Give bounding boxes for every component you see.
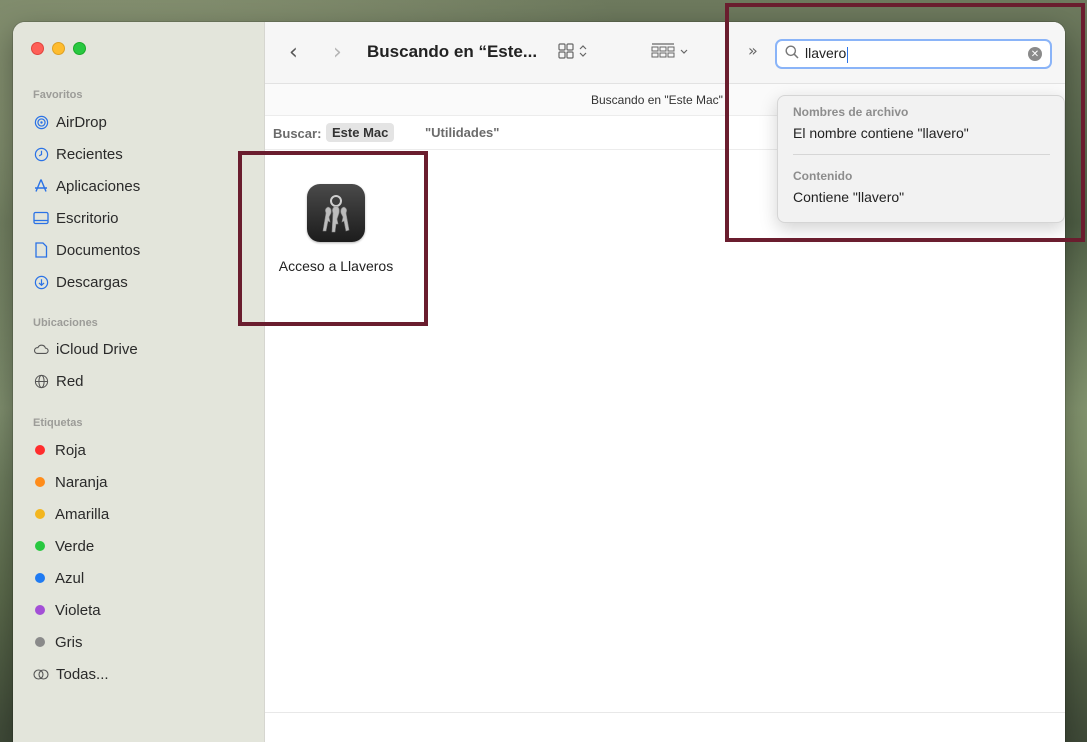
status-strip bbox=[265, 712, 1065, 742]
tag-color-dot bbox=[35, 637, 45, 647]
sidebar-item-label: Documentos bbox=[56, 241, 141, 259]
scope-utilities-button[interactable]: "Utilidades" bbox=[425, 125, 499, 140]
sidebar-item-airdrop[interactable]: AirDrop bbox=[33, 110, 253, 134]
sidebar-item-label: Descargas bbox=[56, 273, 128, 291]
sidebar-tag-yellow[interactable]: Amarilla bbox=[33, 502, 253, 526]
sidebar-item-label: Naranja bbox=[55, 473, 108, 491]
highlight-box-search bbox=[725, 3, 1085, 242]
sidebar-item-label: Verde bbox=[55, 537, 95, 555]
sidebar-item-label: Gris bbox=[55, 633, 83, 651]
cloud-icon bbox=[33, 341, 49, 357]
airdrop-icon bbox=[33, 114, 49, 130]
sidebar-item-label: AirDrop bbox=[56, 113, 107, 131]
tag-color-dot bbox=[35, 445, 45, 455]
forward-button[interactable]: › bbox=[333, 40, 342, 65]
tag-color-dot bbox=[35, 605, 45, 615]
sidebar-tag-red[interactable]: Roja bbox=[33, 438, 253, 462]
sidebar-item-label: Escritorio bbox=[56, 209, 119, 227]
favorites-section-title: Favoritos bbox=[33, 89, 83, 101]
document-icon bbox=[33, 242, 49, 258]
group-menu-button[interactable] bbox=[651, 42, 691, 64]
tags-section-title: Etiquetas bbox=[33, 417, 83, 429]
sidebar-item-downloads[interactable]: Descargas bbox=[33, 270, 253, 294]
downloads-icon bbox=[33, 274, 49, 290]
window-controls bbox=[31, 42, 86, 55]
sidebar-item-label: Aplicaciones bbox=[56, 177, 141, 195]
close-window-button[interactable] bbox=[31, 42, 44, 55]
network-icon bbox=[33, 373, 49, 389]
sidebar-tag-orange[interactable]: Naranja bbox=[33, 470, 253, 494]
applications-icon bbox=[33, 178, 49, 194]
sidebar-item-recents[interactable]: Recientes bbox=[33, 142, 253, 166]
search-location-label: Buscando en "Este Mac" bbox=[591, 93, 723, 107]
sidebar-item-label: Violeta bbox=[55, 601, 101, 619]
sidebar-item-label: iCloud Drive bbox=[56, 340, 138, 358]
tag-color-dot bbox=[35, 541, 45, 551]
group-icon bbox=[651, 43, 688, 58]
tag-color-dot bbox=[35, 477, 45, 487]
grid-icon bbox=[558, 43, 587, 59]
sidebar-item-label: Todas... bbox=[56, 665, 109, 683]
tag-color-dot bbox=[35, 573, 45, 583]
sidebar-item-documents[interactable]: Documentos bbox=[33, 238, 253, 262]
sidebar-item-label: Red bbox=[56, 372, 84, 390]
back-button[interactable]: ‹ bbox=[289, 40, 298, 65]
sidebar-tag-blue[interactable]: Azul bbox=[33, 566, 253, 590]
zoom-window-button[interactable] bbox=[73, 42, 86, 55]
sidebar-item-label: Roja bbox=[55, 441, 86, 459]
desktop-icon bbox=[33, 210, 49, 226]
scope-this-mac-button[interactable]: Este Mac bbox=[326, 123, 395, 142]
sidebar-tag-green[interactable]: Verde bbox=[33, 534, 253, 558]
sidebar-item-applications[interactable]: Aplicaciones bbox=[33, 174, 253, 198]
highlight-box-result bbox=[238, 151, 428, 326]
sidebar-item-label: Azul bbox=[55, 569, 85, 587]
window-title: Buscando en “Este... bbox=[367, 42, 538, 61]
icon-view-toggle[interactable] bbox=[558, 42, 590, 64]
sidebar-tag-purple[interactable]: Violeta bbox=[33, 598, 253, 622]
sidebar-item-desktop[interactable]: Escritorio bbox=[33, 206, 253, 230]
sidebar-tag-gray[interactable]: Gris bbox=[33, 630, 253, 654]
sidebar-item-network[interactable]: Red bbox=[33, 369, 253, 393]
sidebar-item-icloud[interactable]: iCloud Drive bbox=[33, 337, 253, 361]
minimize-window-button[interactable] bbox=[52, 42, 65, 55]
all-tags-icon bbox=[33, 666, 49, 682]
search-scope-label: Buscar: bbox=[273, 126, 322, 141]
tag-color-dot bbox=[35, 509, 45, 519]
locations-section-title: Ubicaciones bbox=[33, 317, 98, 329]
clock-icon bbox=[33, 146, 49, 162]
sidebar-item-label: Recientes bbox=[56, 145, 123, 163]
sidebar-item-label: Amarilla bbox=[55, 505, 110, 523]
sidebar-item-all-tags[interactable]: Todas... bbox=[33, 662, 253, 686]
sidebar: Favoritos AirDrop Recientes Aplicaciones… bbox=[13, 22, 265, 742]
